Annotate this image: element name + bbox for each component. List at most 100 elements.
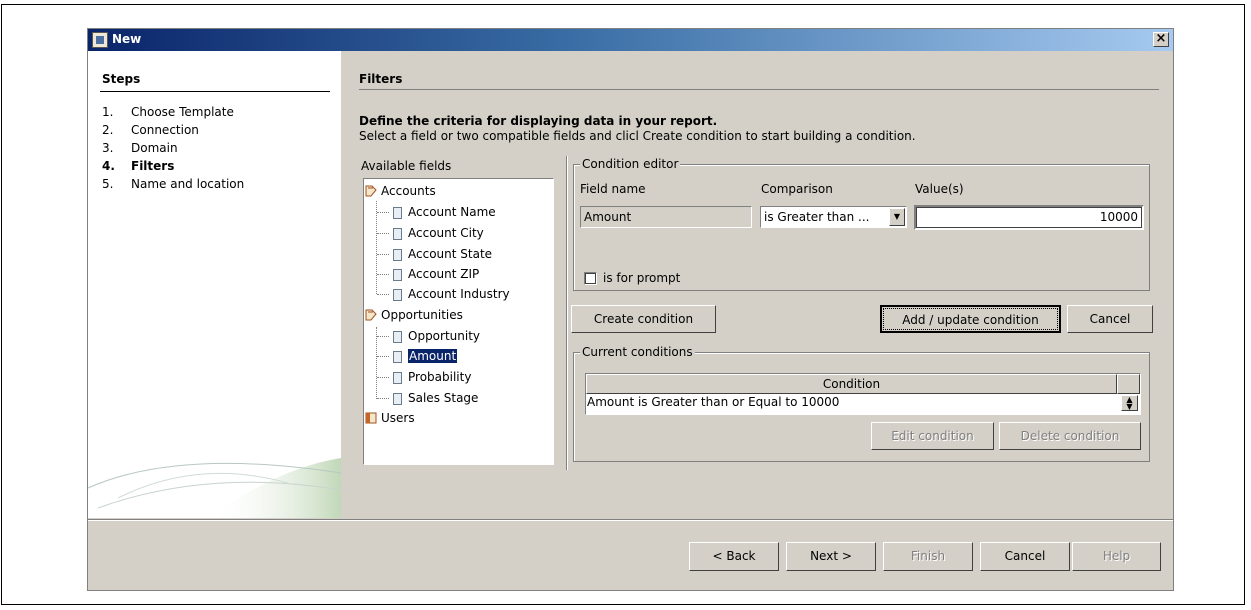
step-item: 3. Domain [102,139,244,157]
cancel-button[interactable]: Cancel [980,542,1070,571]
tree-node-account-city[interactable]: Account City [377,224,484,242]
field-icon [393,330,402,343]
page-title: Filters [359,72,403,86]
steps-title: Steps [102,72,141,86]
chevron-down-icon[interactable]: ▼ [889,208,905,226]
tree-node-account-name[interactable]: Account Name [377,203,496,221]
finish-button[interactable]: Finish [883,542,973,571]
tree-node-label: Account Name [408,205,496,219]
tree-node-amount[interactable]: Amount [377,347,458,365]
tree-node-account-zip[interactable]: Account ZIP [377,265,479,283]
table-corner [1117,374,1140,394]
step-item-active: 4. Filters [102,157,244,175]
available-fields-label: Available fields [361,159,452,173]
step-label: Filters [131,159,175,173]
tree-node-label: Users [381,411,415,425]
condition-column-header[interactable]: Condition [586,374,1117,394]
tree-node-label: Account State [408,247,493,261]
value-input[interactable]: 10000 [914,205,1144,230]
table-row[interactable]: Amount is Greater than or Equal to 10000 [587,394,839,410]
tree-node-account-state[interactable]: Account State [377,245,492,263]
steps-pane: Steps 1. Choose Template 2. Connection 3. D… [88,51,341,518]
step-label: Name and location [131,177,245,191]
field-icon [393,268,402,281]
tree-node-probability[interactable]: Probability [377,368,471,386]
vertical-divider [566,156,568,470]
comparison-selected-value: is Greater than ... [764,210,870,224]
step-number: 2. [102,123,114,137]
table-folder-icon [365,185,377,197]
table-folder-icon [365,309,377,321]
field-icon [393,206,402,219]
tree-line [377,398,389,399]
condition-editor-group: Condition editor Field name Comparison V… [573,157,1150,291]
tree-node-label: Accounts [381,184,436,198]
help-button[interactable]: Help [1072,542,1161,571]
back-button[interactable]: < Back [689,542,779,571]
tree-node-label: Account City [408,226,484,240]
step-item: 2. Connection [102,121,244,139]
field-icon [393,288,402,301]
field-name-field: Amount [580,206,752,228]
step-item: 5. Name and location [102,175,244,193]
step-item: 1. Choose Template [102,103,244,121]
tree-line [377,336,389,337]
available-fields-tree[interactable]: Accounts Account Name Account City Accou… [363,178,554,465]
tree-line [377,356,389,357]
tree-node-label: Sales Stage [408,391,479,405]
tree-node-label: Probability [408,370,472,384]
filters-instructions: Select a field or two compatible fields … [359,129,916,143]
tree-node-account-industry[interactable]: Account Industry [377,285,510,303]
comparison-label: Comparison [761,182,833,196]
filters-heading: Define the criteria for displaying data … [359,114,718,128]
window-title: New [112,32,142,46]
comparison-select[interactable]: is Greater than ... ▼ [760,206,907,228]
field-name-label: Field name [580,182,646,196]
conditions-table[interactable]: Condition Amount is Greater than or Equa… [585,373,1141,415]
new-report-dialog: New × Steps 1. Choose Template 2. Connecti… [87,28,1174,591]
add-update-condition-button[interactable]: Add / update condition [880,305,1061,333]
step-number: 4. [102,159,115,173]
current-conditions-group: Current conditions Condition Amount is G… [573,345,1150,462]
cancel-condition-button[interactable]: Cancel [1067,305,1153,333]
group-label: Condition editor [580,157,681,171]
step-number: 3. [102,141,114,155]
decorative-swoosh [88,458,341,518]
tree-node-opportunity[interactable]: Opportunity [377,327,480,345]
tree-node-label: Account ZIP [408,267,480,281]
values-label: Value(s) [915,182,964,196]
step-number: 1. [102,105,114,119]
tree-line [377,274,389,275]
tree-line [377,377,389,378]
field-icon [393,350,402,363]
is-for-prompt-checkbox[interactable] [584,272,597,285]
tree-node-users[interactable]: Users [365,409,415,427]
field-icon [393,248,402,261]
tree-node-accounts[interactable]: Accounts [365,182,436,200]
title-bar[interactable]: New × [88,29,1173,51]
close-button[interactable]: × [1153,32,1169,47]
divider [100,91,330,92]
folder-icon [365,412,377,424]
scroll-arrows-icon[interactable]: ▲ ▼ [1121,395,1138,411]
tree-node-label: Account Industry [408,287,510,301]
is-for-prompt-label: is for prompt [603,271,681,285]
app-icon [92,32,108,48]
footer-divider [88,519,1173,521]
steps-list: 1. Choose Template 2. Connection 3. Domain … [102,103,244,193]
tree-line [377,294,389,295]
field-icon [393,392,402,405]
tree-line [377,233,389,234]
field-icon [393,371,402,384]
create-condition-button[interactable]: Create condition [571,305,716,333]
next-button[interactable]: Next > [786,542,876,571]
step-label: Domain [131,141,178,155]
edit-condition-button[interactable]: Edit condition [871,422,994,450]
field-icon [393,227,402,240]
tree-node-opportunities[interactable]: Opportunities [365,306,463,324]
step-label: Connection [131,123,199,137]
tree-node-sales-stage[interactable]: Sales Stage [377,389,478,407]
tree-line [377,254,389,255]
tree-node-label: Opportunity [408,329,481,343]
delete-condition-button[interactable]: Delete condition [999,422,1141,450]
